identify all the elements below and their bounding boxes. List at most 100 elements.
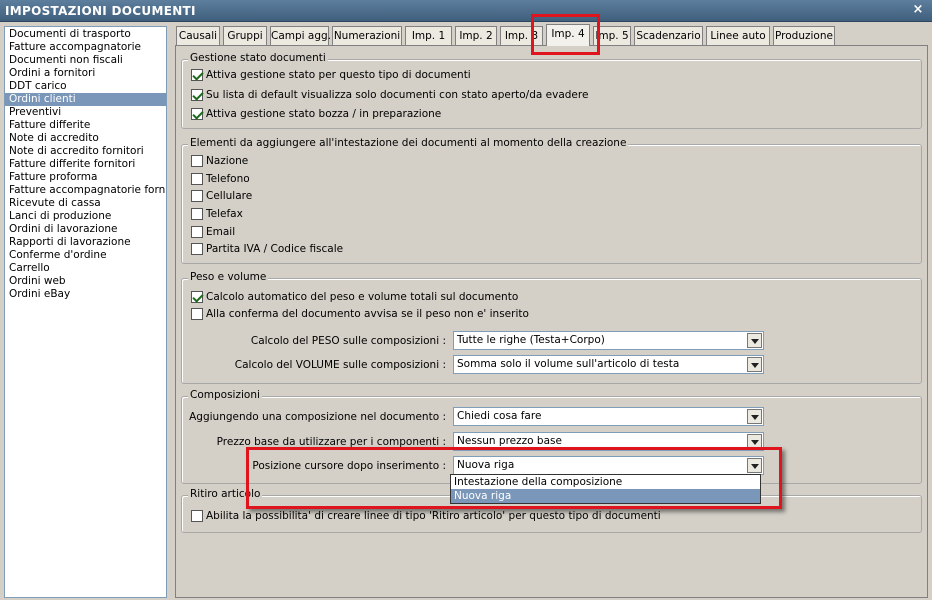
posizione-cursore-select-value: Nuova riga [457,459,515,471]
document-type-item[interactable]: Fatture proforma [5,171,166,184]
document-type-list[interactable]: Documenti di trasporto Fatture accompagna… [4,26,167,598]
checkbox-label: Nazione [206,155,249,167]
chevron-down-icon[interactable] [747,357,762,372]
tab-imp-5[interactable]: Imp. 5 [593,26,631,46]
group-title-ritiro: Ritiro articolo [188,488,263,500]
checkbox-label: Alla conferma del documento avvisa se il… [206,308,529,320]
checkbox[interactable] [191,108,203,120]
tab-imp-1[interactable]: Imp. 1 [405,26,452,46]
tab-linee-auto[interactable]: Linee auto [706,26,770,46]
document-type-item[interactable]: Note di accredito [5,132,166,145]
peso-label: Calcolo del PESO sulle composizioni : [250,335,446,347]
posizione-cursore-label: Posizione cursore dopo inserimento : [252,460,446,472]
posizione-cursore-dropdown[interactable]: Intestazione della composizione Nuova ri… [450,474,761,504]
checkbox-row-avvisa-peso[interactable]: Alla conferma del documento avvisa se il… [191,308,529,323]
document-type-item[interactable]: Rapporti di lavorazione [5,236,166,249]
dropdown-option-nuova-riga[interactable]: Nuova riga [451,489,760,503]
checkbox[interactable] [191,69,203,81]
peso-select-value: Tutte le righe (Testa+Corpo) [457,334,605,346]
document-type-item[interactable]: Ordini di lavorazione [5,223,166,236]
document-type-item[interactable]: Note di accredito fornitori [5,145,166,158]
document-type-item[interactable]: Documenti di trasporto [5,28,166,41]
posizione-cursore-select[interactable]: Nuova riga [453,456,764,475]
checkbox-row-telefono[interactable]: Telefono [191,173,250,188]
window-title: IMPOSTAZIONI DOCUMENTI [5,4,196,18]
tab-produzione[interactable]: Produzione [773,26,835,46]
checkbox-label: Telefono [206,173,250,185]
checkbox[interactable] [191,89,203,101]
checkbox-label: Cellulare [206,190,253,202]
group-intestazione: Elementi da aggiungere all'intestazione … [181,137,922,264]
prezzo-base-label: Prezzo base da utilizzare per i componen… [216,436,446,448]
checkbox-row-stato-bozza[interactable]: Attiva gestione stato bozza / in prepara… [191,108,441,123]
tab-imp-2[interactable]: Imp. 2 [455,26,497,46]
prezzo-base-select-value: Nessun prezzo base [457,435,562,447]
group-composizioni: Composizioni Aggiungendo una composizion… [181,389,922,484]
document-type-item[interactable]: Ordini a fornitori [5,67,166,80]
document-type-item[interactable]: Documenti non fiscali [5,54,166,67]
dropdown-option-intestazione[interactable]: Intestazione della composizione [451,475,760,489]
chevron-down-icon[interactable] [747,434,762,449]
document-type-item[interactable]: Carrello [5,262,166,275]
checkbox[interactable] [191,226,203,238]
volume-select-value: Somma solo il volume sull'articolo di te… [457,358,680,370]
checkbox-row-cellulare[interactable]: Cellulare [191,190,252,205]
checkbox[interactable] [191,173,203,185]
close-icon[interactable]: × [910,2,926,18]
document-type-item[interactable]: DDT carico [5,80,166,93]
checkbox[interactable] [191,243,203,255]
checkbox-row-lista-default[interactable]: Su lista di default visualizza solo docu… [191,89,588,104]
checkbox-row-attiva-stato[interactable]: Attiva gestione stato per questo tipo di… [191,69,471,84]
group-title-composizioni: Composizioni [188,389,262,401]
checkbox-row-partita-iva[interactable]: Partita IVA / Codice fiscale [191,243,343,258]
group-title-stato: Gestione stato documenti [188,52,328,64]
document-type-item[interactable]: Conferme d'ordine [5,249,166,262]
tab-strip: Causali Gruppi Campi agg. Numerazioni Imp. 1… [176,24,928,46]
checkbox-row-nazione[interactable]: Nazione [191,155,248,170]
tab-panel-imp4: Gestione stato documenti Attiva gestione… [175,45,928,598]
checkbox-row-email[interactable]: Email [191,226,235,241]
tab-imp-4[interactable]: Imp. 4 [546,24,590,46]
aggiungendo-select[interactable]: Chiedi cosa fare [453,407,764,426]
checkbox-label: Abilita la possibilita' di creare linee … [206,510,661,522]
checkbox[interactable] [191,308,203,320]
document-type-item[interactable]: Ordini clienti [5,93,166,106]
document-type-item[interactable]: Preventivi [5,106,166,119]
document-type-item[interactable]: Fatture differite fornitori [5,158,166,171]
chevron-down-icon[interactable] [747,333,762,348]
checkbox-label: Calcolo automatico del peso e volume tot… [206,291,519,303]
checkbox-label: Telefax [206,208,243,220]
document-type-item[interactable]: Ricevute di cassa [5,197,166,210]
checkbox-label: Attiva gestione stato bozza / in prepara… [206,108,442,120]
checkbox-label: Partita IVA / Codice fiscale [206,243,344,255]
checkbox[interactable] [191,208,203,220]
document-type-item[interactable]: Lanci di produzione [5,210,166,223]
document-type-item[interactable]: Fatture accompagnatorie [5,41,166,54]
document-type-item[interactable]: Ordini eBay [5,288,166,301]
prezzo-base-select[interactable]: Nessun prezzo base [453,432,764,451]
document-type-item[interactable]: Fatture accompagnatorie fornito [5,184,166,197]
tab-campi-agg[interactable]: Campi agg. [270,26,331,46]
volume-select[interactable]: Somma solo il volume sull'articolo di te… [453,355,764,374]
document-type-item[interactable]: Fatture differite [5,119,166,132]
checkbox-row-ritiro-articolo[interactable]: Abilita la possibilita' di creare linee … [191,510,661,525]
volume-label: Calcolo del VOLUME sulle composizioni : [234,359,446,371]
chevron-down-icon[interactable] [747,458,762,473]
checkbox-row-calcolo-automatico[interactable]: Calcolo automatico del peso e volume tot… [191,291,518,306]
peso-select[interactable]: Tutte le righe (Testa+Corpo) [453,331,764,350]
tab-numerazioni[interactable]: Numerazioni [332,26,402,46]
checkbox[interactable] [191,291,203,303]
checkbox[interactable] [191,190,203,202]
checkbox[interactable] [191,510,203,522]
tab-gruppi[interactable]: Gruppi [223,26,267,46]
group-title-intestazione: Elementi da aggiungere all'intestazione … [188,137,629,149]
group-stato-documenti: Gestione stato documenti Attiva gestione… [181,52,922,129]
document-type-item[interactable]: Ordini web [5,275,166,288]
tab-scadenzario[interactable]: Scadenzario [634,26,703,46]
tab-causali[interactable]: Causali [176,26,220,46]
chevron-down-icon[interactable] [747,409,762,424]
checkbox-row-telefax[interactable]: Telefax [191,208,243,223]
title-bar: IMPOSTAZIONI DOCUMENTI × [0,0,932,22]
checkbox[interactable] [191,155,203,167]
tab-imp-3[interactable]: Imp. 3 [500,26,543,46]
